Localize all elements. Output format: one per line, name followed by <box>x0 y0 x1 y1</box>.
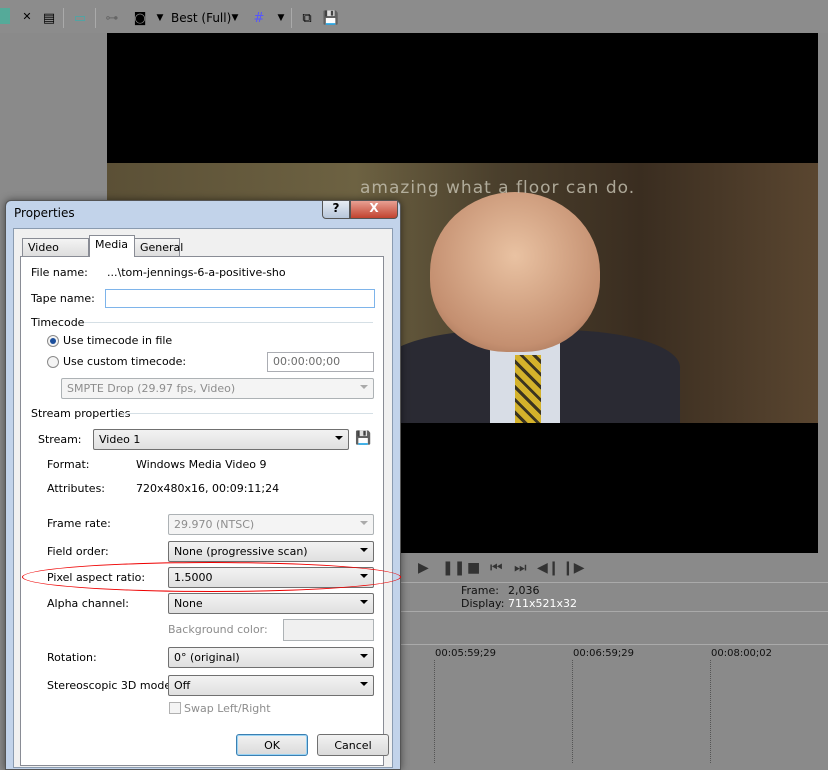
video-frame-face <box>430 192 600 352</box>
frame-value: 2,036 <box>508 584 540 597</box>
close-button[interactable]: X <box>350 200 398 219</box>
alpha-channel-value: None <box>174 597 203 610</box>
tab-media[interactable]: Media <box>89 235 135 257</box>
format-value: Windows Media Video 9 <box>136 458 267 471</box>
pause-icon[interactable]: ❚❚ <box>442 560 465 576</box>
video-frame-tie <box>515 355 541 423</box>
timeline-tick: 00:06:59;29 <box>573 648 635 659</box>
timecode-heading: Timecode <box>31 316 85 329</box>
video-caption: amazing what a floor can do. <box>360 178 636 198</box>
swap-left-right-label[interactable]: Swap Left/Right <box>184 702 271 715</box>
app-icon <box>0 8 10 24</box>
chevron-down-icon <box>360 385 368 389</box>
dialog-title: Properties <box>14 206 75 220</box>
chevron-down-icon <box>360 600 368 604</box>
attributes-value: 720x480x16, 00:09:11;24 <box>136 482 280 495</box>
chevron-down-icon[interactable]: ▼ <box>230 8 240 28</box>
alpha-channel-select[interactable]: None <box>168 593 374 614</box>
rotation-label: Rotation: <box>47 651 97 664</box>
stop-icon[interactable]: ■ <box>467 560 480 576</box>
timecode-format-select[interactable]: SMPTE Drop (29.97 fps, Video) <box>61 378 374 399</box>
chevron-down-icon <box>360 654 368 658</box>
format-label: Format: <box>47 458 90 471</box>
rotation-value: 0° (original) <box>174 651 240 664</box>
custom-timecode-input[interactable]: 00:00:00;00 <box>267 352 374 372</box>
field-order-label: Field order: <box>47 545 109 558</box>
chevron-down-icon[interactable]: ▼ <box>155 8 165 28</box>
display-label: Display: <box>461 597 505 610</box>
stream-value: Video 1 <box>99 433 141 446</box>
frame-rate-label: Frame rate: <box>47 517 111 530</box>
grid-icon[interactable]: # <box>250 8 268 28</box>
tape-name-label: Tape name: <box>31 292 95 305</box>
step-back-icon[interactable]: ◀❙ <box>537 560 560 576</box>
save-icon[interactable]: 💾 <box>355 431 371 446</box>
file-name-value: ...\tom-jennings-6-a-positive-sho <box>107 266 286 279</box>
swap-left-right-checkbox[interactable] <box>169 702 181 714</box>
display-value: 711x521x32 <box>508 597 578 610</box>
background-color-label: Background color: <box>168 623 268 636</box>
chevron-down-icon <box>360 682 368 686</box>
field-order-select[interactable]: None (progressive scan) <box>168 541 374 562</box>
use-custom-timecode-radio[interactable] <box>47 356 59 368</box>
chevron-down-icon <box>360 521 368 525</box>
chevron-down-icon <box>360 548 368 552</box>
tab-video-event[interactable]: Video Event <box>22 238 89 267</box>
stream-label: Stream: <box>38 433 82 446</box>
chevron-down-icon <box>335 436 343 440</box>
tab-general[interactable]: General <box>134 238 183 257</box>
rotation-select[interactable]: 0° (original) <box>168 647 374 668</box>
alpha-channel-label: Alpha channel: <box>47 597 130 610</box>
overlay-icon[interactable]: ◙ <box>130 8 150 28</box>
next-frame-icon[interactable]: ⏭ <box>514 560 527 576</box>
split-icon[interactable]: ⊶ <box>102 8 122 28</box>
cancel-button[interactable]: Cancel <box>317 734 389 756</box>
frame-rate-value: 29.970 (NTSC) <box>174 518 255 531</box>
prev-frame-icon[interactable]: ⏮ <box>490 560 503 576</box>
field-order-value: None (progressive scan) <box>174 545 308 558</box>
stream-properties-heading: Stream properties <box>31 407 131 420</box>
copy-snapshot-icon[interactable]: ⧉ <box>298 8 316 28</box>
quality-dropdown[interactable]: Best (Full) <box>171 8 231 28</box>
close-icon[interactable]: ✕ <box>22 6 32 26</box>
monitor-icon[interactable]: ▭ <box>70 8 90 28</box>
step-forward-icon[interactable]: ❙▶ <box>562 560 585 576</box>
use-file-timecode-label[interactable]: Use timecode in file <box>63 334 172 347</box>
stereoscopic-value: Off <box>174 679 191 692</box>
use-custom-timecode-label[interactable]: Use custom timecode: <box>63 355 186 368</box>
help-button[interactable]: ? <box>322 200 350 219</box>
stereoscopic-label: Stereoscopic 3D mode: <box>47 679 175 692</box>
use-file-timecode-radio[interactable] <box>47 335 59 347</box>
chevron-down-icon[interactable]: ▼ <box>276 8 286 28</box>
preview-toolbar: ✕ ▤ ▭ ⊶ ◙ ▼ Best (Full) ▼ # ▼ ⧉ 💾 <box>0 0 828 33</box>
play-icon[interactable]: ▶ <box>418 560 429 576</box>
frame-label: Frame: <box>461 584 499 597</box>
stream-select[interactable]: Video 1 <box>93 429 349 450</box>
timeline-tick: 00:08:00;02 <box>711 648 773 659</box>
ok-button[interactable]: OK <box>236 734 308 756</box>
background-color-swatch[interactable] <box>283 619 374 641</box>
frame-rate-select[interactable]: 29.970 (NTSC) <box>168 514 374 535</box>
timeline-tick: 00:05:59;29 <box>435 648 497 659</box>
highlight-ellipse <box>22 562 401 592</box>
save-snapshot-icon[interactable]: 💾 <box>322 8 340 28</box>
file-name-label: File name: <box>31 266 88 279</box>
attributes-label: Attributes: <box>47 482 106 495</box>
tape-name-input[interactable] <box>105 289 375 308</box>
timecode-format-value: SMPTE Drop (29.97 fps, Video) <box>67 382 236 395</box>
properties-icon[interactable]: ▤ <box>40 8 58 28</box>
stereoscopic-select[interactable]: Off <box>168 675 374 696</box>
